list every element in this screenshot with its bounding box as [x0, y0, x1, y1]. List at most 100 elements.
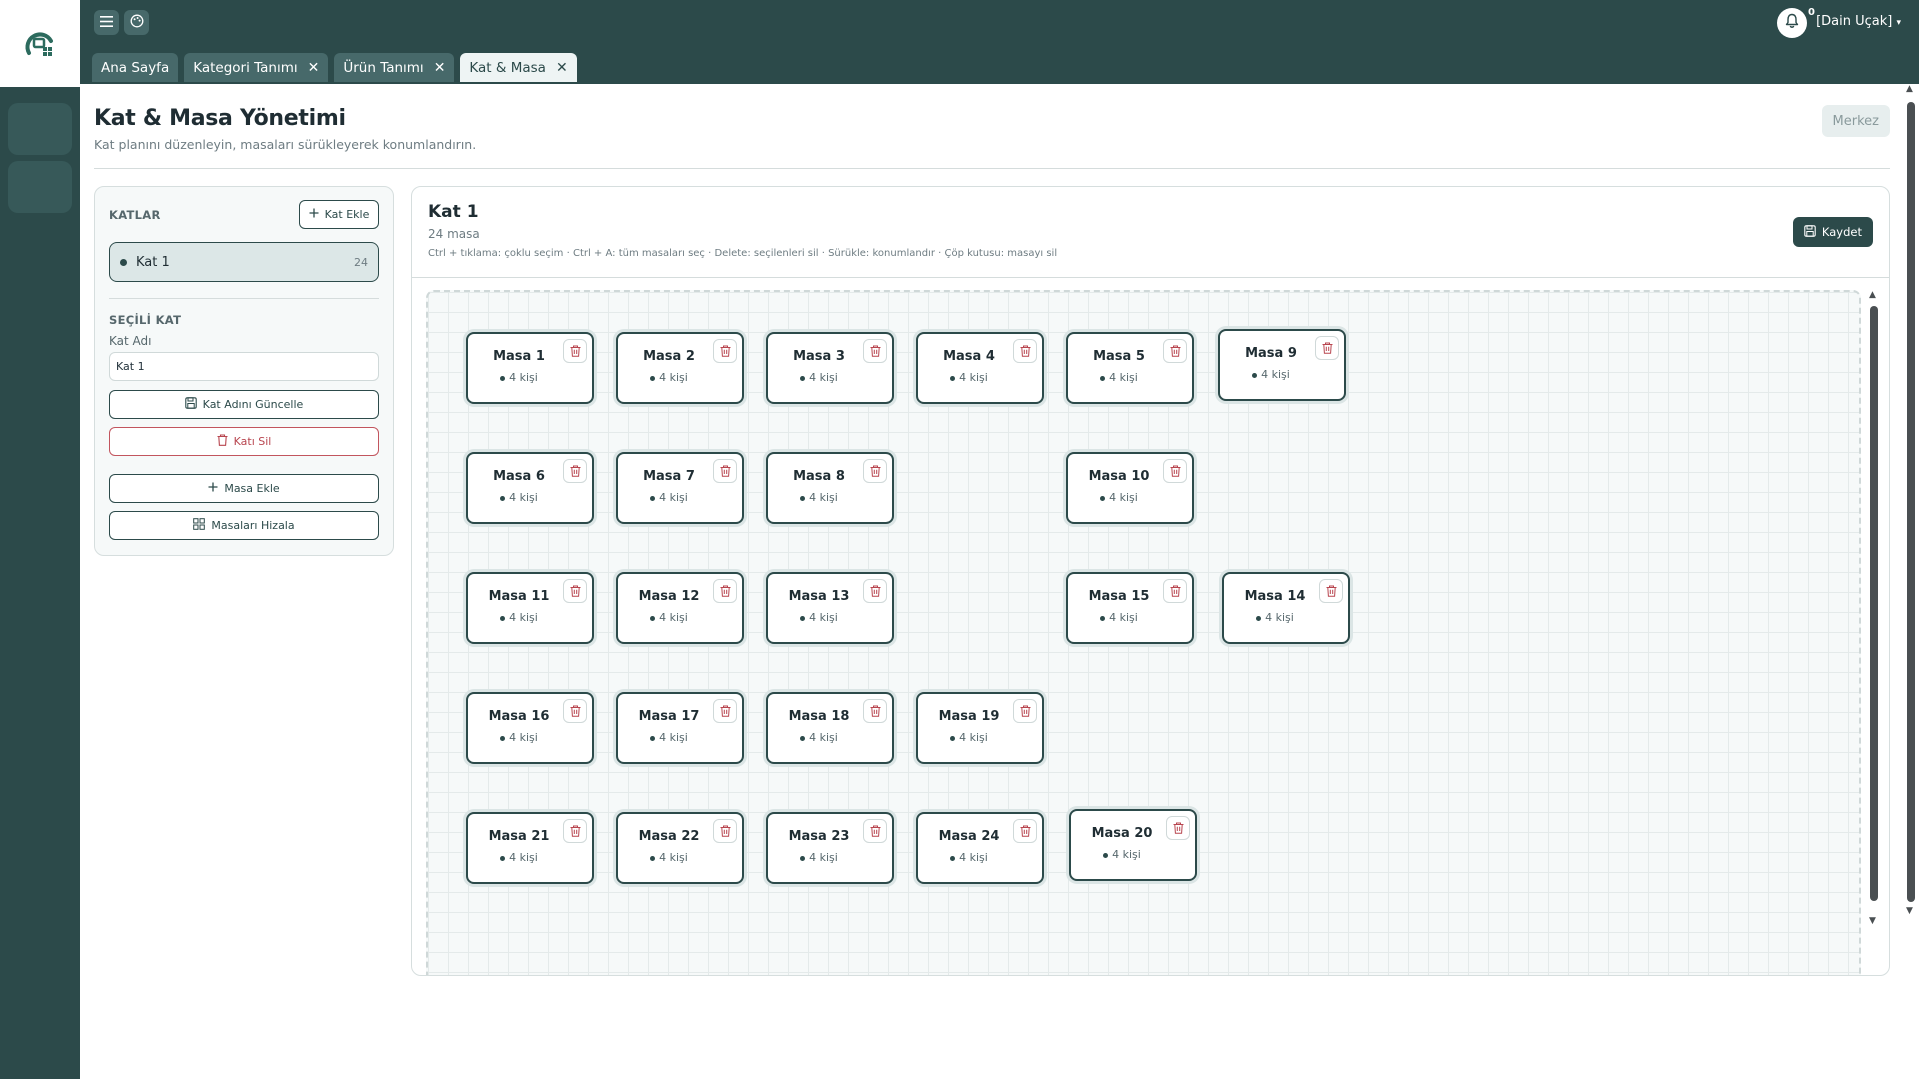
table-card[interactable]: Masa 9 4 kişi — [1218, 329, 1346, 401]
notifications-button[interactable] — [1777, 8, 1807, 38]
delete-table-button[interactable] — [863, 819, 887, 843]
table-card[interactable]: Masa 1 4 kişi — [466, 332, 594, 404]
scroll-down-icon[interactable]: ▼ — [1906, 906, 1913, 916]
save-button[interactable]: Kaydet — [1792, 217, 1873, 247]
delete-table-button[interactable] — [563, 459, 587, 483]
delete-table-button[interactable] — [863, 699, 887, 723]
align-tables-button[interactable]: Masaları Hizala — [109, 511, 379, 540]
capacity-text: 4 kişi — [509, 491, 538, 504]
table-card[interactable]: Masa 17 4 kişi — [616, 692, 744, 764]
table-card[interactable]: Masa 14 4 kişi — [1222, 572, 1350, 644]
floor-item[interactable]: Kat 1 24 — [109, 242, 379, 282]
table-capacity: 4 kişi — [1068, 611, 1170, 624]
table-card[interactable]: Masa 2 4 kişi — [616, 332, 744, 404]
app-logo[interactable] — [0, 0, 80, 87]
delete-table-button[interactable] — [563, 579, 587, 603]
delete-table-button[interactable] — [863, 579, 887, 603]
table-card[interactable]: Masa 13 4 kişi — [766, 572, 894, 644]
rail-item-1[interactable] — [8, 103, 72, 155]
table-card[interactable]: Masa 10 4 kişi — [1066, 452, 1194, 524]
table-card[interactable]: Masa 24 4 kişi — [916, 812, 1044, 884]
scroll-up-icon[interactable]: ▲ — [1906, 84, 1913, 94]
delete-table-button[interactable] — [713, 339, 737, 363]
table-card[interactable]: Masa 20 4 kişi — [1069, 809, 1197, 881]
table-card[interactable]: Masa 23 4 kişi — [766, 812, 894, 884]
plus-icon — [208, 482, 218, 495]
trash-icon — [720, 702, 731, 721]
tab-kategori-tanimi[interactable]: Kategori Tanımı ✕ — [184, 53, 329, 82]
menu-button[interactable] — [94, 10, 119, 35]
table-card[interactable]: Masa 22 4 kişi — [616, 812, 744, 884]
scroll-down-icon[interactable]: ▼ — [1869, 916, 1876, 926]
delete-table-button[interactable] — [1315, 336, 1339, 360]
table-card[interactable]: Masa 15 4 kişi — [1066, 572, 1194, 644]
capacity-text: 4 kişi — [959, 851, 988, 864]
page-scrollbar[interactable]: ▲ ▼ — [1902, 84, 1919, 924]
delete-table-button[interactable] — [1166, 816, 1190, 840]
table-card[interactable]: Masa 3 4 kişi — [766, 332, 894, 404]
table-card[interactable]: Masa 11 4 kişi — [466, 572, 594, 644]
floor-table-count: 24 — [354, 255, 368, 269]
update-floor-button[interactable]: Kat Adını Güncelle — [109, 390, 379, 419]
delete-table-button[interactable] — [1319, 579, 1343, 603]
user-menu[interactable]: [Dain Uçak] ▾ — [1816, 14, 1901, 29]
scroll-up-icon[interactable]: ▲ — [1869, 290, 1876, 300]
capacity-text: 4 kişi — [659, 371, 688, 384]
delete-table-button[interactable] — [713, 699, 737, 723]
table-card[interactable]: Masa 4 4 kişi — [916, 332, 1044, 404]
table-card[interactable]: Masa 7 4 kişi — [616, 452, 744, 524]
delete-table-button[interactable] — [563, 819, 587, 843]
floor-name-input[interactable] — [109, 352, 379, 381]
delete-table-button[interactable] — [1013, 819, 1037, 843]
table-card[interactable]: Masa 16 4 kişi — [466, 692, 594, 764]
delete-table-button[interactable] — [563, 339, 587, 363]
add-table-button[interactable]: Masa Ekle — [109, 474, 379, 503]
floor-plan-canvas[interactable]: Masa 14 kişi Masa 24 kişi Masa 34 kişi Masa… — [426, 290, 1861, 975]
delete-table-button[interactable] — [1163, 339, 1187, 363]
branch-button[interactable]: Merkez — [1821, 105, 1890, 137]
delete-table-button[interactable] — [863, 339, 887, 363]
delete-table-button[interactable] — [713, 819, 737, 843]
table-card[interactable]: Masa 18 4 kişi — [766, 692, 894, 764]
delete-table-button[interactable] — [713, 459, 737, 483]
close-icon[interactable]: ✕ — [308, 61, 320, 75]
table-card[interactable]: Masa 6 4 kişi — [466, 452, 594, 524]
capacity-text: 4 kişi — [1109, 491, 1138, 504]
delete-table-button[interactable] — [1013, 699, 1037, 723]
table-card[interactable]: Masa 19 4 kişi — [916, 692, 1044, 764]
close-icon[interactable]: ✕ — [556, 61, 568, 75]
tab-ana-sayfa[interactable]: Ana Sayfa — [92, 53, 179, 82]
delete-table-button[interactable] — [713, 579, 737, 603]
delete-floor-button[interactable]: Katı Sil — [109, 427, 379, 456]
theme-button[interactable] — [124, 10, 149, 35]
table-capacity: 4 kişi — [618, 371, 720, 384]
add-floor-button[interactable]: Kat Ekle — [299, 200, 379, 229]
table-card[interactable]: Masa 8 4 kişi — [766, 452, 894, 524]
tab-kat-masa[interactable]: Kat & Masa ✕ — [460, 53, 577, 82]
page-subtitle: Kat planını düzenleyin, masaları sürükle… — [94, 137, 477, 152]
table-card[interactable]: Masa 12 4 kişi — [616, 572, 744, 644]
delete-table-button[interactable] — [1163, 459, 1187, 483]
table-capacity: 4 kişi — [468, 611, 570, 624]
capacity-text: 4 kişi — [809, 731, 838, 744]
trash-icon — [720, 462, 731, 481]
scrollbar-thumb[interactable] — [1907, 102, 1915, 902]
table-name: Masa 5 — [1093, 349, 1145, 364]
scrollbar-thumb[interactable] — [1870, 306, 1878, 901]
trash-icon — [1170, 582, 1181, 601]
delete-table-button[interactable] — [563, 699, 587, 723]
tab-urun-tanimi[interactable]: Ürün Tanımı ✕ — [334, 53, 455, 82]
capacity-dot — [650, 495, 656, 501]
table-card[interactable]: Masa 5 4 kişi — [1066, 332, 1194, 404]
capacity-dot — [950, 375, 956, 381]
table-capacity: 4 kişi — [768, 851, 870, 864]
close-icon[interactable]: ✕ — [434, 61, 446, 75]
rail-item-2[interactable] — [8, 161, 72, 213]
delete-floor-label: Katı Sil — [233, 435, 272, 448]
delete-table-button[interactable] — [1013, 339, 1037, 363]
delete-table-button[interactable] — [863, 459, 887, 483]
capacity-text: 4 kişi — [509, 851, 538, 864]
table-card[interactable]: Masa 21 4 kişi — [466, 812, 594, 884]
canvas-scrollbar[interactable]: ▲ ▼ — [1867, 290, 1879, 930]
delete-table-button[interactable] — [1163, 579, 1187, 603]
